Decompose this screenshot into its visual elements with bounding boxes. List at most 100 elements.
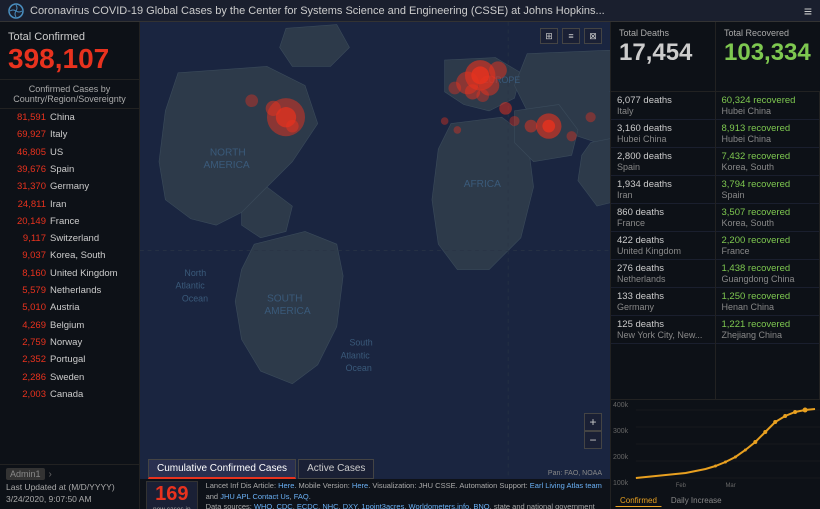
map-list-icon[interactable]: ≡: [562, 28, 580, 44]
country-count: 8,160: [6, 267, 46, 280]
deaths-label: Total Deaths: [619, 28, 707, 38]
list-item: 1,934 deathsIran: [611, 176, 715, 204]
recovered-location: France: [722, 246, 814, 256]
list-item[interactable]: 46,805US: [0, 144, 139, 161]
zoom-out-button[interactable]: −: [584, 431, 602, 449]
chart-tab-confirmed[interactable]: Confirmed: [615, 494, 662, 507]
list-item: 1,438 recoveredGuangdong China: [716, 260, 820, 288]
map-container[interactable]: NORTH AMERICA SOUTH AMERICA AFRICA ASIA …: [140, 22, 610, 509]
list-item[interactable]: 8,160 United Kingdom: [0, 265, 139, 282]
country-name: Canada: [50, 388, 83, 401]
chart-y-300k: 300k: [613, 428, 628, 435]
app-header: Coronavirus COVID-19 Global Cases by the…: [0, 0, 820, 22]
last-updated: Last Updated at (M/D/YYYY) 3/24/2020, 9:…: [6, 482, 133, 506]
recovered-count: 2,200 recovered: [722, 235, 814, 246]
list-item[interactable]: 5,579Netherlands: [0, 282, 139, 299]
deaths-stat-box: Total Deaths 17,454: [611, 22, 716, 92]
list-item: 7,432 recoveredKorea, South: [716, 148, 820, 176]
death-count: 133 deaths: [617, 291, 709, 302]
recovered-location: Zhejiang China: [722, 330, 814, 340]
list-item: 860 deathsFrance: [611, 204, 715, 232]
chart-y-100k: 100k: [613, 480, 628, 487]
recovered-count: 1,250 recovered: [722, 291, 814, 302]
map-tabs: Cumulative Confirmed Cases Active Cases: [148, 459, 374, 479]
death-location: Spain: [617, 162, 709, 172]
recovered-count: 60,324 recovered: [722, 95, 814, 106]
death-count: 276 deaths: [617, 263, 709, 274]
country-name: Spain: [50, 163, 74, 176]
list-item: 1,221 recoveredZhejiang China: [716, 316, 820, 344]
svg-text:South: South: [349, 338, 372, 348]
list-item[interactable]: 24,811Iran: [0, 196, 139, 213]
country-count: 81,591: [6, 111, 46, 124]
list-item: 8,913 recoveredHubei China: [716, 120, 820, 148]
list-item[interactable]: 39,676Spain: [0, 161, 139, 178]
main-content: Total Confirmed 398,107 Confirmed Cases …: [0, 22, 820, 509]
recovered-location: Korea, South: [722, 162, 814, 172]
death-location: Hubei China: [617, 134, 709, 144]
svg-text:AMERICA: AMERICA: [203, 160, 249, 171]
list-item[interactable]: 2,352Portugal: [0, 351, 139, 368]
recovered-count: 7,432 recovered: [722, 151, 814, 162]
list-item[interactable]: 2,286Sweden: [0, 369, 139, 386]
map-grid-icon[interactable]: ⊞: [540, 28, 558, 44]
zoom-in-button[interactable]: +: [584, 413, 602, 431]
list-item[interactable]: 4,269 Belgium: [0, 317, 139, 334]
country-name: Korea, South: [50, 249, 105, 262]
country-count: 31,370: [6, 180, 46, 193]
list-item: 1,250 recoveredHenan China: [716, 288, 820, 316]
map-expand-icon[interactable]: ⊠: [584, 28, 602, 44]
death-count: 125 deaths: [617, 319, 709, 330]
total-confirmed-label: Total Confirmed: [8, 30, 131, 44]
list-item[interactable]: 69,927Italy: [0, 126, 139, 143]
header-left: Coronavirus COVID-19 Global Cases by the…: [8, 3, 605, 19]
info-text: Lancet Inf Dis Article: Here. Mobile Ver…: [206, 481, 604, 509]
list-item: 2,200 recoveredFrance: [716, 232, 820, 260]
recovered-count: 1,438 recovered: [722, 263, 814, 274]
map-tab-active[interactable]: Active Cases: [298, 459, 374, 479]
sidebar-footer: Admin1 › Last Updated at (M/D/YYYY) 3/24…: [0, 464, 139, 509]
country-name: United Kingdom: [50, 267, 118, 280]
country-name: US: [50, 146, 63, 159]
list-item: 60,324 recoveredHubei China: [716, 92, 820, 120]
list-item[interactable]: 9,117Switzerland: [0, 230, 139, 247]
country-name: Netherlands: [50, 284, 101, 297]
death-location: Germany: [617, 302, 709, 312]
menu-icon[interactable]: ≡: [804, 3, 812, 19]
recovered-location: Hubei China: [722, 106, 814, 116]
recovered-location: Hubei China: [722, 134, 814, 144]
chart-tab-daily[interactable]: Daily Increase: [666, 494, 727, 507]
list-item[interactable]: 5,010Austria: [0, 299, 139, 316]
sidebar-expand-icon[interactable]: ›: [49, 469, 52, 480]
map-attribution: Pan: FAO, NOAA: [548, 470, 602, 477]
list-item[interactable]: 81,591China: [0, 109, 139, 126]
list-item: 276 deathsNetherlands: [611, 260, 715, 288]
list-item: 2,800 deathsSpain: [611, 148, 715, 176]
list-item[interactable]: 31,370 Germany: [0, 178, 139, 195]
country-count: 4,269: [6, 319, 46, 332]
country-name: Germany: [50, 180, 89, 193]
recovered-location: Korea, South: [722, 218, 814, 228]
recovered-count: 3,794 recovered: [722, 179, 814, 190]
map-zoom: + −: [584, 413, 602, 449]
svg-text:Ocean: Ocean: [182, 293, 208, 303]
death-count: 3,160 deaths: [617, 123, 709, 134]
recovered-location: Spain: [722, 190, 814, 200]
death-count: 6,077 deaths: [617, 95, 709, 106]
list-item[interactable]: 2,003Canada: [0, 386, 139, 403]
country-count: 5,010: [6, 301, 46, 314]
death-location: Netherlands: [617, 274, 709, 284]
map-icons: ⊞ ≡ ⊠: [540, 28, 602, 44]
new-cases-number: 169: [153, 483, 191, 505]
map-tab-cumulative[interactable]: Cumulative Confirmed Cases: [148, 459, 296, 479]
death-location: France: [617, 218, 709, 228]
list-item[interactable]: 2,759Norway: [0, 334, 139, 351]
world-map-svg: NORTH AMERICA SOUTH AMERICA AFRICA ASIA …: [140, 22, 610, 479]
list-item: 3,160 deathsHubei China: [611, 120, 715, 148]
list-item[interactable]: 20,149France: [0, 213, 139, 230]
country-name: Belgium: [50, 319, 84, 332]
svg-text:AMERICA: AMERICA: [264, 306, 310, 317]
list-item[interactable]: 9,037Korea, South: [0, 247, 139, 264]
recovered-count: 3,507 recovered: [722, 207, 814, 218]
country-name: Norway: [50, 336, 82, 349]
